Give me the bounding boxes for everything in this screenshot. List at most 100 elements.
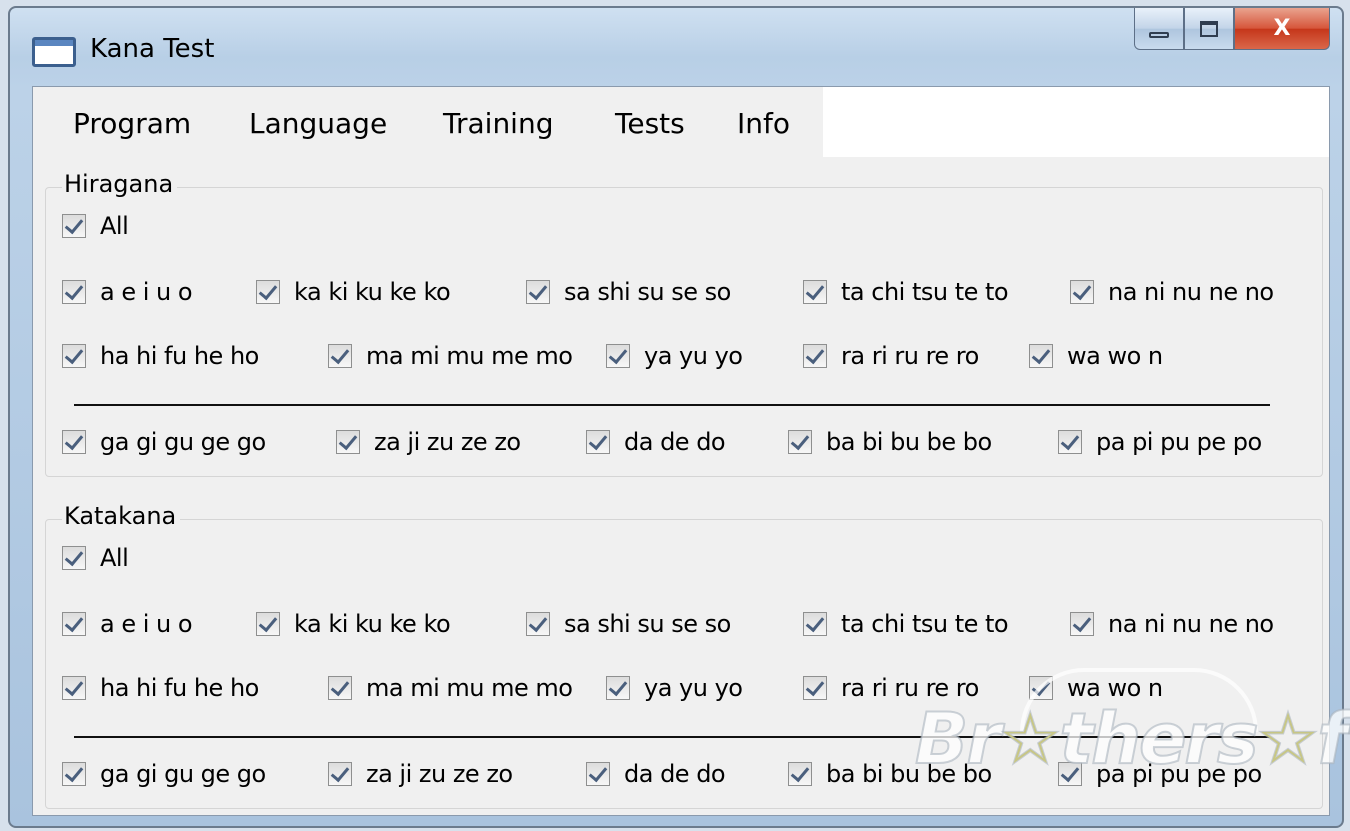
hiragana-row3-checkbox-1[interactable]: za ji zu ze zo (336, 428, 521, 456)
close-button[interactable]: X (1234, 8, 1330, 50)
hiragana-row3-checkbox-0[interactable]: ga gi gu ge go (62, 428, 266, 456)
window-controls: X (1134, 8, 1330, 52)
hiragana-row1-checkbox-1[interactable]: ka ki ku ke ko (256, 278, 451, 306)
checkbox-label: All (100, 544, 129, 572)
hiragana-row2-checkbox-0[interactable]: ha hi fu he ho (62, 342, 259, 370)
checkbox-label: All (100, 212, 129, 240)
hiragana-row2-checkbox-3[interactable]: ra ri ru re ro (803, 342, 979, 370)
checkbox-label: ka ki ku ke ko (294, 278, 451, 306)
katakana-row3-checkbox-1[interactable]: za ji zu ze zo (328, 760, 513, 788)
checkmark-icon[interactable] (1029, 344, 1053, 368)
hiragana-row1-checkbox-2[interactable]: sa shi su se so (526, 278, 731, 306)
checkmark-icon[interactable] (256, 280, 280, 304)
katakana-row3-checkbox-2[interactable]: da de do (586, 760, 726, 788)
checkbox-label: ha hi fu he ho (100, 674, 259, 702)
hiragana-separator (74, 404, 1270, 406)
checkmark-icon[interactable] (328, 344, 352, 368)
hiragana-all-checkbox[interactable]: All (62, 212, 129, 240)
checkbox-label: wa wo n (1067, 342, 1163, 370)
menu-language[interactable]: Language (249, 107, 387, 140)
katakana-row2-checkbox-2[interactable]: ya yu yo (606, 674, 743, 702)
katakana-row2-checkbox-1[interactable]: ma mi mu me mo (328, 674, 573, 702)
checkbox-label: na ni nu ne no (1108, 278, 1274, 306)
minimize-button[interactable] (1134, 8, 1184, 50)
katakana-row1-checkbox-1[interactable]: ka ki ku ke ko (256, 610, 451, 638)
checkmark-icon[interactable] (803, 344, 827, 368)
hiragana-row1-checkbox-0[interactable]: a e i u o (62, 278, 193, 306)
katakana-all-checkbox[interactable]: All (62, 544, 129, 572)
watermark-logo: Br☆thers☆ft (914, 697, 1350, 781)
checkmark-icon[interactable] (62, 344, 86, 368)
checkmark-icon[interactable] (803, 280, 827, 304)
checkmark-icon[interactable] (586, 430, 610, 454)
checkbox-label: a e i u o (100, 278, 193, 306)
checkmark-icon[interactable] (328, 762, 352, 786)
checkmark-icon[interactable] (62, 612, 86, 636)
checkbox-label: ya yu yo (644, 674, 743, 702)
katakana-legend: Katakana (62, 502, 181, 530)
checkmark-icon[interactable] (606, 676, 630, 700)
hiragana-row2-checkbox-4[interactable]: wa wo n (1029, 342, 1163, 370)
katakana-row1-checkbox-2[interactable]: sa shi su se so (526, 610, 731, 638)
checkmark-icon[interactable] (62, 546, 86, 570)
checkbox-label: pa pi pu pe po (1096, 428, 1262, 456)
menu-bar: Program Language Training Tests Info (33, 87, 823, 157)
checkmark-icon[interactable] (62, 430, 86, 454)
checkmark-icon[interactable] (62, 214, 86, 238)
menu-program[interactable]: Program (73, 107, 191, 140)
katakana-row1-checkbox-3[interactable]: ta chi tsu te to (803, 610, 1009, 638)
minimize-icon (1149, 31, 1169, 38)
menu-info[interactable]: Info (737, 107, 790, 140)
checkmark-icon[interactable] (803, 612, 827, 636)
hiragana-group: Hiragana All a e i u o ka ki ku ke ko sa sh… (45, 170, 1323, 477)
checkmark-icon[interactable] (1058, 430, 1082, 454)
hiragana-row1-checkbox-4[interactable]: na ni nu ne no (1070, 278, 1274, 306)
checkbox-label: ka ki ku ke ko (294, 610, 451, 638)
menu-tests[interactable]: Tests (615, 107, 685, 140)
checkbox-label: ta chi tsu te to (841, 278, 1009, 306)
checkmark-icon[interactable] (803, 676, 827, 700)
hiragana-row2-checkbox-2[interactable]: ya yu yo (606, 342, 743, 370)
checkmark-icon[interactable] (586, 762, 610, 786)
window-title: Kana Test (90, 34, 215, 64)
checkbox-label: za ji zu ze zo (366, 760, 513, 788)
checkbox-label: ya yu yo (644, 342, 743, 370)
hiragana-row3-checkbox-2[interactable]: da de do (586, 428, 726, 456)
checkbox-label: ba bi bu be bo (826, 428, 992, 456)
checkmark-icon[interactable] (1070, 280, 1094, 304)
checkbox-label: ta chi tsu te to (841, 610, 1009, 638)
hiragana-row3-checkbox-4[interactable]: pa pi pu pe po (1058, 428, 1262, 456)
checkbox-label: za ji zu ze zo (374, 428, 521, 456)
checkmark-icon[interactable] (62, 676, 86, 700)
checkbox-label: ga gi gu ge go (100, 760, 266, 788)
checkmark-icon[interactable] (62, 762, 86, 786)
title-bar[interactable]: Kana Test X (10, 8, 1342, 86)
katakana-row1-checkbox-4[interactable]: na ni nu ne no (1070, 610, 1274, 638)
katakana-row2-checkbox-0[interactable]: ha hi fu he ho (62, 674, 259, 702)
checkmark-icon[interactable] (328, 676, 352, 700)
checkmark-icon[interactable] (788, 430, 812, 454)
checkmark-icon[interactable] (62, 280, 86, 304)
checkbox-label: ma mi mu me mo (366, 674, 573, 702)
checkmark-icon[interactable] (1070, 612, 1094, 636)
hiragana-legend: Hiragana (62, 170, 178, 198)
checkmark-icon[interactable] (336, 430, 360, 454)
checkmark-icon[interactable] (788, 762, 812, 786)
checkbox-label: ma mi mu me mo (366, 342, 573, 370)
checkmark-icon[interactable] (526, 280, 550, 304)
hiragana-row3-checkbox-3[interactable]: ba bi bu be bo (788, 428, 992, 456)
checkbox-label: ga gi gu ge go (100, 428, 266, 456)
checkbox-label: ha hi fu he ho (100, 342, 259, 370)
checkbox-label: da de do (624, 428, 726, 456)
hiragana-row2-checkbox-1[interactable]: ma mi mu me mo (328, 342, 573, 370)
katakana-row3-checkbox-0[interactable]: ga gi gu ge go (62, 760, 266, 788)
checkmark-icon[interactable] (256, 612, 280, 636)
maximize-button[interactable] (1184, 8, 1234, 50)
hiragana-row1-checkbox-3[interactable]: ta chi tsu te to (803, 278, 1009, 306)
katakana-row1-checkbox-0[interactable]: a e i u o (62, 610, 193, 638)
window-icon (32, 37, 76, 67)
checkmark-icon[interactable] (526, 612, 550, 636)
close-icon: X (1273, 16, 1291, 41)
menu-training[interactable]: Training (443, 107, 553, 140)
checkmark-icon[interactable] (606, 344, 630, 368)
